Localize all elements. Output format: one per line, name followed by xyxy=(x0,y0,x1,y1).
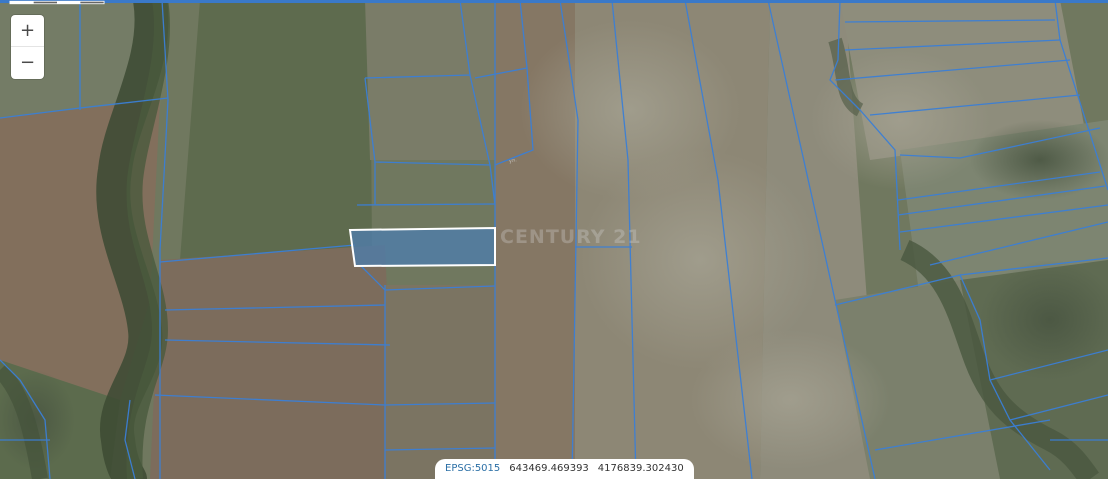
coordinate-y: 4176839.302430 xyxy=(597,463,684,474)
selected-parcel xyxy=(348,226,496,268)
projection-label: EPSG:5015 xyxy=(445,463,501,474)
zoom-out-button[interactable]: − xyxy=(11,46,44,78)
map-view[interactable]: ул. CENTURY 21 + − EPSG:5015 643469.46939… xyxy=(0,0,1108,479)
zoom-in-button[interactable]: + xyxy=(11,15,44,46)
scale-bar xyxy=(9,0,105,5)
zoom-control: + − xyxy=(11,15,44,79)
watermark: CENTURY 21 xyxy=(500,226,642,248)
coordinate-readout: EPSG:5015 643469.469393 4176839.302430 xyxy=(435,459,694,479)
coordinate-x: 643469.469393 xyxy=(509,463,589,474)
top-border xyxy=(0,0,1108,3)
